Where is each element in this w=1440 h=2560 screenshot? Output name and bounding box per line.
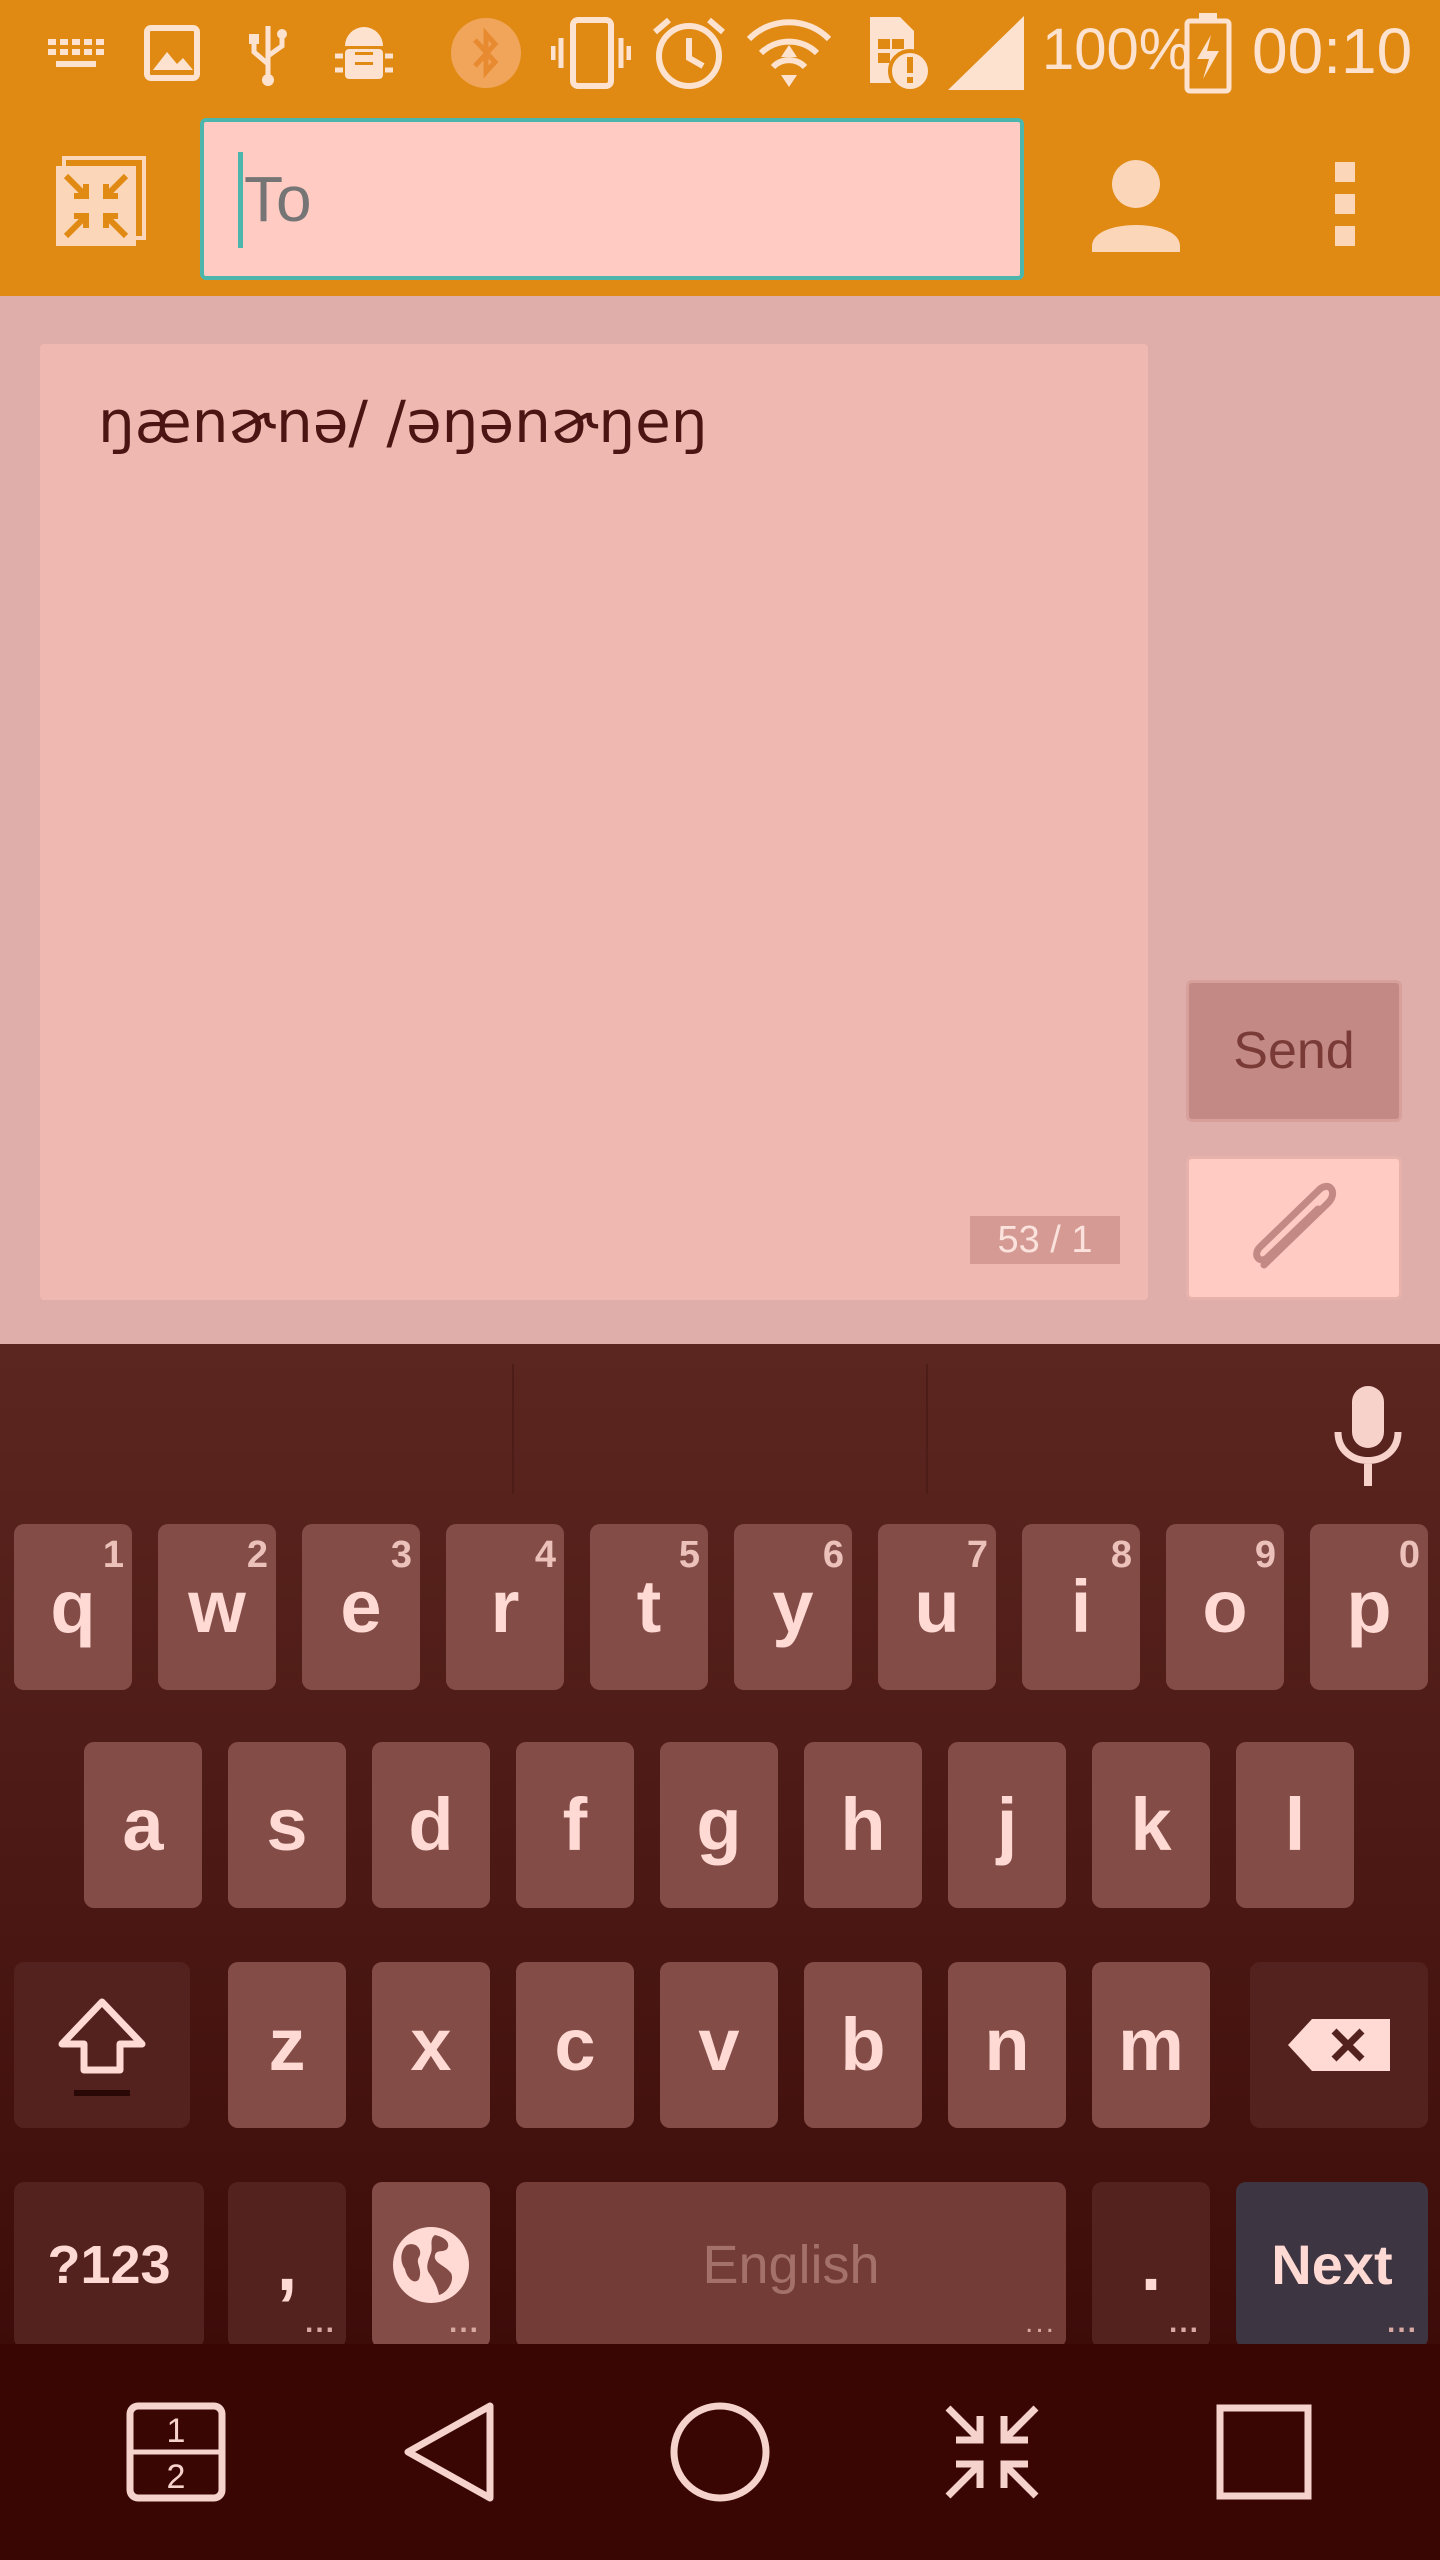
language-key[interactable]: ...	[372, 2182, 490, 2348]
split-bottom-number: 2	[167, 2458, 186, 2496]
message-text: ŋænɚnə/ /əŋənɚŋeŋ	[98, 388, 708, 456]
key-l[interactable]: l	[1236, 1742, 1354, 1908]
backspace-key[interactable]	[1250, 1962, 1428, 2128]
signal-icon	[944, 16, 1028, 90]
space-key[interactable]: English...	[516, 2182, 1066, 2348]
divider	[926, 1364, 928, 1494]
overflow-menu-icon[interactable]	[1320, 152, 1370, 256]
text-caret	[238, 152, 243, 248]
shift-icon	[58, 1998, 146, 2096]
shift-key[interactable]	[14, 1962, 190, 2128]
clock: 00:10	[1252, 15, 1413, 87]
key-x[interactable]: x	[372, 1962, 490, 2128]
key-m[interactable]: m	[1092, 1962, 1210, 2128]
android-debug-icon	[328, 18, 400, 88]
battery-percent: 100%	[1042, 17, 1191, 82]
key-i[interactable]: i8	[1022, 1524, 1140, 1690]
key-e[interactable]: e3	[302, 1524, 420, 1690]
key-y[interactable]: y6	[734, 1524, 852, 1690]
attach-button[interactable]	[1186, 1156, 1402, 1300]
split-top-number: 1	[167, 2412, 186, 2450]
key-d[interactable]: d	[372, 1742, 490, 1908]
wifi-icon	[744, 18, 834, 88]
key-o[interactable]: o9	[1166, 1524, 1284, 1690]
keyboard-icon	[44, 18, 108, 88]
back-icon[interactable]	[380, 2382, 520, 2522]
key-a[interactable]: a	[84, 1742, 202, 1908]
key-k[interactable]: k	[1092, 1742, 1210, 1908]
collapse-icon[interactable]	[922, 2382, 1062, 2522]
image-icon	[140, 18, 204, 88]
backspace-icon	[1288, 2019, 1390, 2071]
recents-icon[interactable]	[1194, 2382, 1334, 2522]
key-z[interactable]: z	[228, 1962, 346, 2128]
key-h[interactable]: h	[804, 1742, 922, 1908]
key-b[interactable]: b	[804, 1962, 922, 2128]
send-button[interactable]: Send	[1186, 980, 1402, 1122]
person-icon[interactable]	[1088, 152, 1184, 256]
key-g[interactable]: g	[660, 1742, 778, 1908]
key-c[interactable]: c	[516, 1962, 634, 2128]
period-key[interactable]: ....	[1092, 2182, 1210, 2348]
status-bar: 100% 00:10	[0, 0, 1440, 110]
key-p[interactable]: p0	[1310, 1524, 1428, 1690]
soft-keyboard: q1 w2 e3 r4 t5 y6 u7 i8 o9 p0 a s d f g …	[0, 1344, 1440, 2348]
usb-icon	[240, 18, 296, 88]
key-f[interactable]: f	[516, 1742, 634, 1908]
compose-area: ŋænɚnə/ /əŋənɚŋeŋ 53 / 1 Send	[0, 296, 1440, 1344]
comma-key[interactable]: ,...	[228, 2182, 346, 2348]
key-w[interactable]: w2	[158, 1524, 276, 1690]
key-v[interactable]: v	[660, 1962, 778, 2128]
message-input[interactable]: ŋænɚnə/ /əŋənɚŋeŋ 53 / 1	[40, 344, 1148, 1300]
key-r[interactable]: r4	[446, 1524, 564, 1690]
suggestion-strip	[0, 1344, 1440, 1524]
split-screen-icon[interactable]: 12	[106, 2382, 246, 2522]
next-key[interactable]: Next...	[1236, 2182, 1428, 2348]
compose-toolbar	[0, 110, 1440, 296]
key-u[interactable]: u7	[878, 1524, 996, 1690]
bluetooth-icon	[448, 18, 524, 88]
key-t[interactable]: t5	[590, 1524, 708, 1690]
paperclip-icon	[1253, 1182, 1336, 1269]
microphone-icon[interactable]	[1328, 1382, 1408, 1492]
divider	[512, 1364, 514, 1494]
key-q[interactable]: q1	[14, 1524, 132, 1690]
vibrate-icon	[550, 17, 632, 89]
key-j[interactable]: j	[948, 1742, 1066, 1908]
collapse-icon[interactable]	[52, 154, 148, 250]
key-s[interactable]: s	[228, 1742, 346, 1908]
sim-alert-icon	[854, 17, 934, 93]
battery-charging-icon	[1180, 13, 1236, 94]
navigation-bar: 12	[0, 2344, 1440, 2560]
home-icon[interactable]	[650, 2382, 790, 2522]
alarm-icon	[648, 17, 730, 89]
key-n[interactable]: n	[948, 1962, 1066, 2128]
to-recipient-input[interactable]	[200, 118, 1024, 280]
char-counter: 53 / 1	[970, 1216, 1120, 1264]
symbols-key[interactable]: ?123	[14, 2182, 204, 2348]
